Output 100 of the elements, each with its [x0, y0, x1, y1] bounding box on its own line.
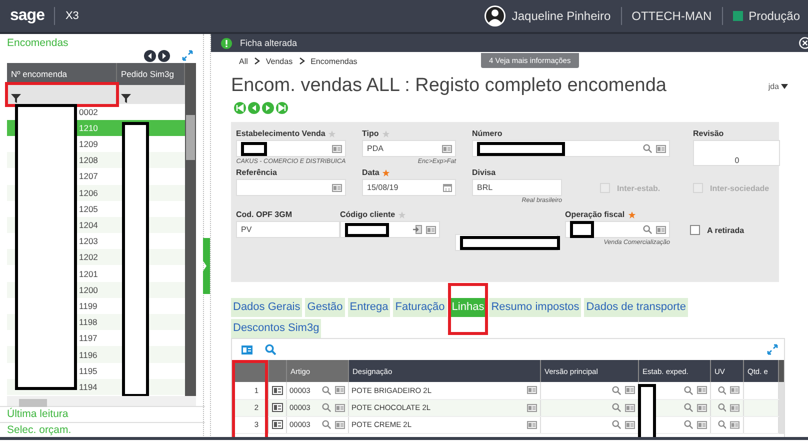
input-field[interactable]: 15/08/19	[362, 179, 456, 196]
search-icon[interactable]	[718, 403, 726, 412]
folder-name[interactable]: OTTECH-MAN	[632, 9, 712, 23]
list-item[interactable]: 1201	[79, 266, 117, 282]
input-field[interactable]	[236, 179, 346, 196]
card-icon[interactable]	[272, 420, 282, 429]
calendar-icon[interactable]	[443, 183, 452, 192]
next-icon[interactable]	[158, 50, 170, 62]
filter-icon[interactable]	[11, 94, 21, 103]
checkbox-label: A retirada	[707, 226, 744, 234]
input-field[interactable]: PDA	[362, 140, 456, 157]
user-name[interactable]: Jaqueline Pinheiro	[512, 9, 611, 23]
detail-icon[interactable]	[656, 226, 666, 234]
tab[interactable]: Dados de transporte	[584, 298, 688, 317]
input-field[interactable]	[565, 221, 670, 238]
search-icon[interactable]	[265, 344, 276, 355]
list-item[interactable]: 0002	[79, 104, 117, 120]
list-item[interactable]: 1199	[79, 298, 117, 314]
expand-icon[interactable]	[182, 50, 193, 62]
avatar-icon[interactable]	[484, 5, 506, 27]
page-title: Encom. vendas ALL : Registo completo encomenda	[231, 75, 668, 97]
detail-icon[interactable]	[624, 404, 634, 412]
field-label: Referência	[236, 168, 277, 177]
detail-icon[interactable]	[696, 404, 706, 412]
list-item[interactable]: 1207	[79, 168, 117, 184]
detail-icon[interactable]	[624, 420, 634, 428]
input-field[interactable]	[340, 221, 440, 238]
last-icon[interactable]	[276, 102, 288, 114]
card-icon[interactable]	[241, 344, 253, 354]
environment-name[interactable]: Produção	[748, 9, 800, 23]
checkbox[interactable]	[690, 225, 700, 235]
environment-icon	[732, 11, 743, 21]
expand-icon[interactable]	[767, 344, 778, 355]
input-field[interactable]	[236, 140, 346, 157]
detail-icon[interactable]	[442, 144, 452, 152]
scrollbar[interactable]	[185, 62, 196, 396]
list-item[interactable]: 1203	[79, 233, 117, 250]
detail-icon[interactable]	[730, 404, 740, 412]
search-icon[interactable]	[684, 420, 692, 429]
field-label: Divisa	[472, 168, 496, 177]
breadcrumb-link[interactable]: Vendas	[266, 56, 293, 66]
input-field[interactable]: PV	[236, 221, 340, 238]
detail-icon[interactable]	[332, 184, 342, 192]
previous-icon[interactable]	[144, 50, 156, 62]
search-icon[interactable]	[612, 386, 620, 395]
detail-icon[interactable]	[730, 386, 740, 394]
search-icon[interactable]	[718, 386, 726, 395]
detail-icon[interactable]	[696, 386, 706, 394]
breadcrumb-link[interactable]: All	[239, 56, 248, 66]
search-icon[interactable]	[643, 225, 652, 234]
detail-icon[interactable]	[526, 386, 536, 394]
search-icon[interactable]	[322, 403, 330, 412]
tab[interactable]: Entrega	[348, 298, 390, 317]
card-icon[interactable]	[272, 386, 282, 395]
search-icon[interactable]	[684, 403, 692, 412]
caret-icon	[781, 84, 788, 88]
first-icon[interactable]	[234, 102, 246, 114]
input-field[interactable]	[455, 234, 558, 251]
list-item[interactable]: 1195	[79, 362, 117, 379]
breadcrumb-link[interactable]: Encomendas	[310, 56, 358, 66]
search-icon[interactable]	[643, 144, 652, 153]
field-label: Número	[472, 129, 502, 138]
field-label: Operação fiscal	[565, 210, 625, 219]
search-icon[interactable]	[684, 386, 692, 395]
detail-icon[interactable]	[526, 420, 536, 428]
input-field[interactable]: BRL	[472, 179, 562, 196]
scrollbar[interactable]	[778, 360, 784, 434]
close-icon[interactable]	[799, 37, 808, 49]
scrollbar[interactable]	[7, 396, 196, 406]
detail-icon[interactable]	[656, 144, 666, 152]
tab[interactable]: Faturação	[393, 298, 447, 317]
search-icon[interactable]	[322, 420, 330, 429]
detail-icon[interactable]	[426, 226, 436, 234]
list-item[interactable]: 1209	[79, 136, 117, 152]
tab[interactable]: Descontos Sim3g	[231, 319, 322, 338]
search-icon[interactable]	[718, 420, 726, 429]
list-item[interactable]: 1197	[79, 330, 117, 346]
tab[interactable]: Dados Gerais	[231, 298, 302, 317]
tab[interactable]: Gestão	[305, 298, 345, 317]
detail-icon[interactable]	[526, 404, 536, 412]
user-menu[interactable]: jda	[768, 82, 788, 90]
field-label: Data	[362, 168, 380, 177]
detail-icon[interactable]	[696, 420, 706, 428]
search-icon[interactable]	[322, 386, 330, 395]
detail-icon[interactable]	[624, 386, 634, 394]
tab[interactable]: Resumo impostos	[489, 298, 582, 317]
field-label: Cod. OPF 3GM	[236, 210, 292, 219]
detail-icon[interactable]	[332, 144, 342, 152]
search-icon[interactable]	[612, 420, 620, 429]
detail-icon[interactable]	[334, 386, 344, 394]
arrow-in-icon[interactable]	[413, 225, 422, 234]
detail-icon[interactable]	[334, 404, 344, 412]
card-icon[interactable]	[272, 403, 282, 412]
detail-icon[interactable]	[730, 420, 740, 428]
detail-icon[interactable]	[334, 420, 344, 428]
list-item[interactable]: 1205	[79, 200, 117, 217]
input-field[interactable]: 0	[693, 140, 780, 166]
search-icon[interactable]	[612, 403, 620, 412]
filter-icon[interactable]	[121, 94, 131, 103]
input-field[interactable]	[472, 140, 670, 157]
